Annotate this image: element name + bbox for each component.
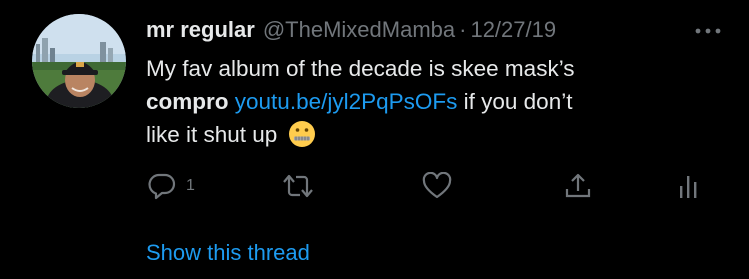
tweet-text-fragment: if you don’t <box>457 89 573 114</box>
tweet-body: mr regular @TheMixedMamba · 12/27/19 My … <box>146 12 721 157</box>
separator-dot: · <box>459 17 467 42</box>
like-icon <box>422 172 452 199</box>
analytics-button[interactable] <box>676 172 700 200</box>
avatar[interactable] <box>32 14 126 108</box>
zipper-mouth-face-icon <box>288 120 316 157</box>
tweet-text-line: My fav album of the decade is skee mask’… <box>146 56 575 81</box>
tweet-actions: 1 <box>146 172 716 202</box>
tweet-text-line: compro youtu.be/jyl2PqPsOFs if you don’t <box>146 85 736 118</box>
tweet-header: mr regular @TheMixedMamba · 12/27/19 <box>146 12 721 48</box>
reply-count: 1 <box>186 177 195 194</box>
youtube-link[interactable]: youtu.be/jyl2PqPsOFs <box>235 89 458 114</box>
reply-button[interactable]: 1 <box>148 172 195 200</box>
retweet-button[interactable] <box>282 172 314 200</box>
like-button[interactable] <box>422 172 452 200</box>
tweet-text-fragment: like it shut up <box>146 122 278 147</box>
retweet-icon <box>283 174 313 198</box>
display-name[interactable]: mr regular <box>146 12 255 48</box>
tweet-text: My fav album of the decade is skee mask’… <box>146 52 736 157</box>
reply-icon <box>148 173 176 200</box>
share-button[interactable] <box>564 172 592 200</box>
more-options-button[interactable] <box>681 16 721 46</box>
show-thread-link[interactable]: Show this thread <box>146 240 310 266</box>
avatar-image <box>32 14 126 108</box>
tweet-date[interactable]: 12/27/19 <box>470 12 556 48</box>
album-name: compro <box>146 89 229 114</box>
more-icon <box>695 28 721 34</box>
tweet-text-line: like it shut up <box>146 118 736 157</box>
analytics-icon <box>680 176 697 198</box>
user-handle[interactable]: @TheMixedMamba <box>263 12 455 48</box>
share-icon <box>565 173 591 198</box>
